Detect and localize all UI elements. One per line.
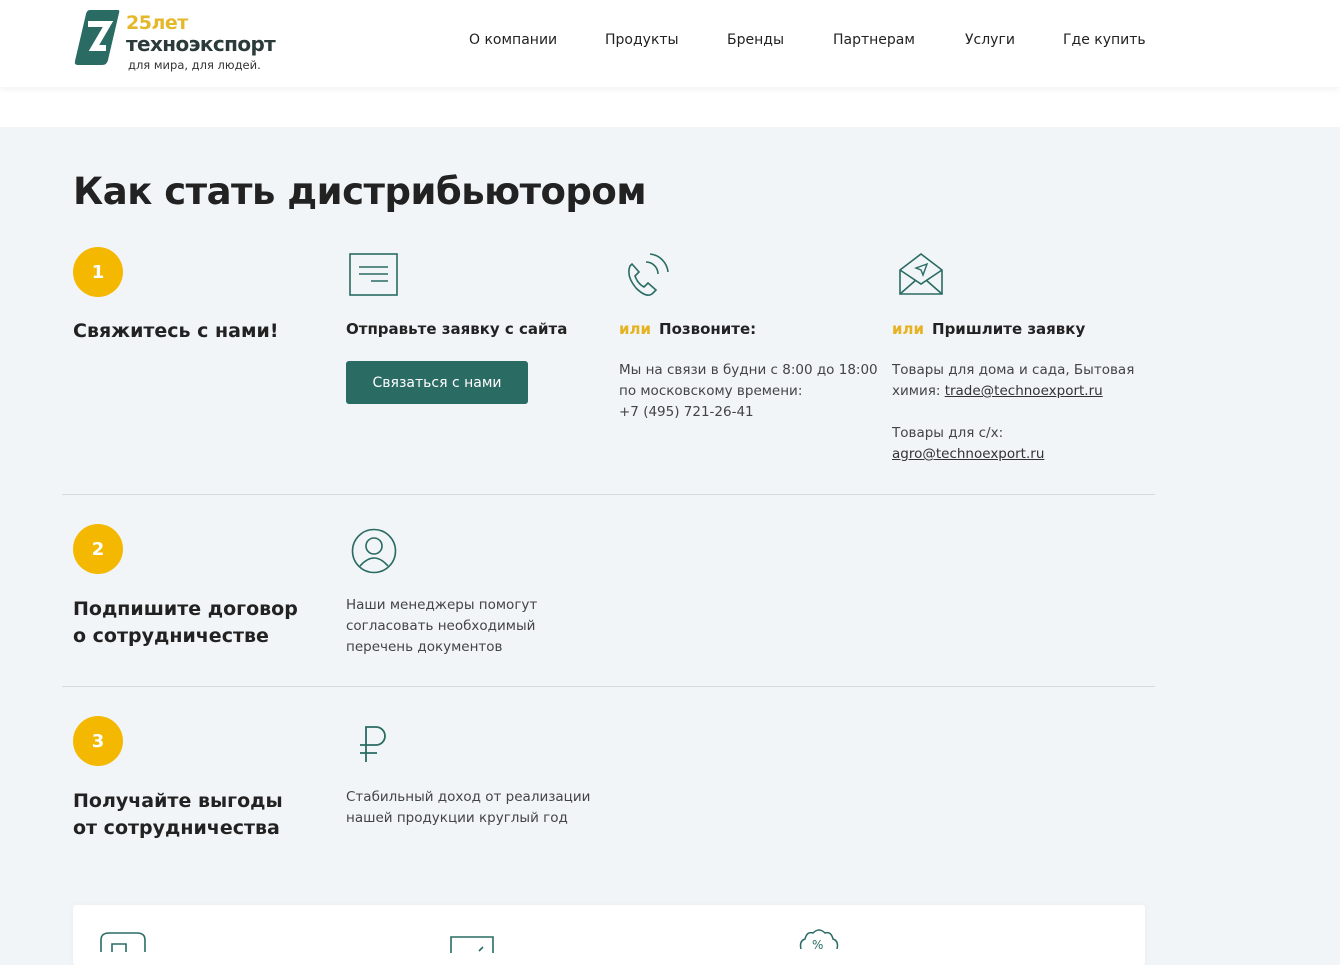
step-number-2: 2	[73, 524, 123, 574]
divider	[62, 494, 1155, 495]
divider	[62, 686, 1155, 687]
nav-where-to-buy[interactable]: Где купить	[1063, 32, 1146, 48]
nav-about[interactable]: О компании	[469, 32, 557, 48]
nav-services[interactable]: Услуги	[965, 32, 1015, 48]
call-info: Мы на связи в будни с 8:00 до 18:00 по мо…	[619, 360, 878, 423]
header-spacer	[0, 87, 1340, 127]
benefits-card: %	[73, 905, 1145, 965]
step3-text: Стабильный доход от реализации нашей прод…	[346, 789, 591, 826]
svg-text:%: %	[812, 938, 823, 949]
logo-name: техноэкспорт	[126, 32, 276, 56]
discount-badge-icon: %	[799, 929, 839, 949]
logo-icon	[74, 10, 120, 65]
nav-brands[interactable]: Бренды	[727, 32, 784, 48]
logo[interactable]: 25лет техноэкспорт для мира, для людей.	[72, 8, 292, 74]
agro-email-link[interactable]: agro@technoexport.ru	[892, 446, 1044, 462]
mail-title: или Пришлите заявку	[892, 320, 1086, 338]
step-title-3: Получайте выгоды от сотрудничества	[73, 790, 283, 839]
phone-number[interactable]: +7 (495) 721-26-41	[619, 402, 878, 423]
contact-us-button[interactable]: Связаться с нами	[346, 361, 528, 404]
mail-icon	[899, 252, 943, 295]
nav-partners[interactable]: Партнерам	[833, 32, 915, 48]
logo-years: 25лет	[126, 12, 188, 34]
trade-email-link[interactable]: trade@technoexport.ru	[945, 383, 1103, 399]
user-icon	[351, 528, 397, 574]
ruble-icon	[360, 726, 386, 762]
device-icon	[100, 932, 146, 952]
step-number-3: 3	[73, 716, 123, 766]
call-title: или Позвоните:	[619, 320, 757, 338]
page-title: Как стать дистрибьютором	[73, 170, 647, 213]
document-icon	[450, 936, 494, 953]
step2-text: Наши менеджеры помогут согласовать необхо…	[346, 597, 538, 655]
step-title-2: Подпишите договор о сотрудничестве	[73, 598, 298, 647]
site-request-title: Отправьте заявку с сайта	[346, 320, 568, 338]
header: 25лет техноэкспорт для мира, для людей. …	[0, 0, 1340, 87]
phone-icon	[628, 253, 669, 296]
form-icon	[349, 253, 398, 296]
logo-tagline: для мира, для людей.	[128, 58, 261, 72]
step-number-1: 1	[73, 247, 123, 297]
mail-info: Товары для дома и сада, Бытовая химия: t…	[892, 362, 1135, 462]
nav-products[interactable]: Продукты	[605, 32, 679, 48]
step-title-1: Свяжитесь с нами!	[73, 320, 279, 342]
